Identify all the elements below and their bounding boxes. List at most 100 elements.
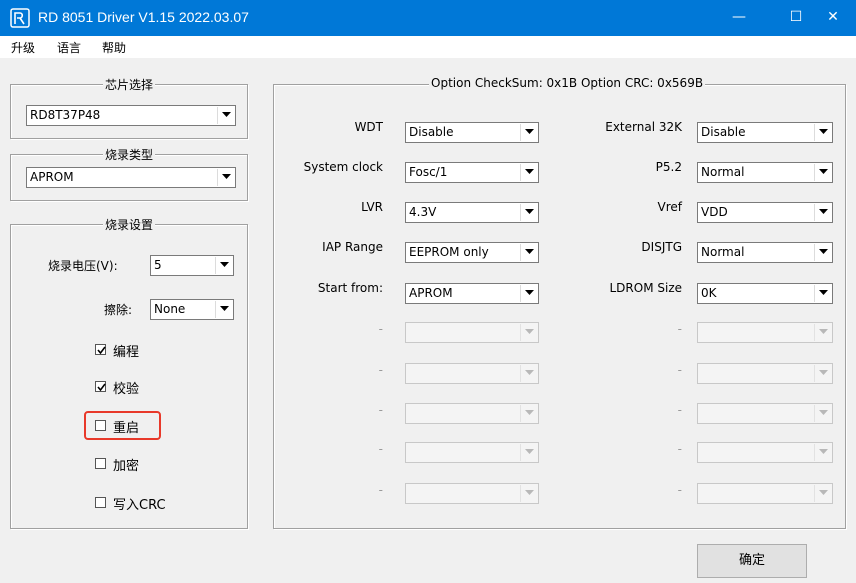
chip-select-dropdown[interactable]: RD8T37P48 [26,105,236,126]
option-left-label: IAP Range [322,240,383,254]
chevron-down-icon [814,285,831,302]
option-left-dropdown[interactable]: Fosc/1 [405,162,539,183]
burn-type-value: APROM [30,170,74,184]
write-crc-label: 写入CRC [113,498,166,513]
option-right-label: - [677,363,682,377]
menu-bar: 升级 语言 帮助 [0,36,856,58]
option-right-value: Disable [701,125,746,139]
option-right-value: Normal [701,245,745,259]
chevron-down-icon [520,485,537,502]
chevron-down-icon [814,164,831,181]
app-logo-icon [10,8,30,28]
menu-help[interactable]: 帮助 [102,39,126,56]
maximize-icon: ☐ [789,9,803,25]
option-right-label: P5.2 [655,160,682,174]
option-right-label: DISJTG [641,240,682,254]
option-right-dropdown [697,403,833,424]
option-right-value: 0K [701,286,717,300]
chevron-down-icon [520,365,537,382]
option-left-dropdown[interactable]: 4.3V [405,202,539,223]
option-right-dropdown[interactable]: 0K [697,283,833,304]
option-right-label: - [677,403,682,417]
chevron-down-icon [520,124,537,141]
option-right-label: Vref [657,200,683,214]
chevron-down-icon [520,405,537,422]
chevron-down-icon [814,485,831,502]
minimize-icon: — [732,9,746,25]
option-left-dropdown [405,403,539,424]
option-left-value: Disable [409,125,454,139]
option-left-label: - [378,483,383,497]
option-right-dropdown [697,363,833,384]
verify-checkbox[interactable]: 校验 [95,378,195,397]
option-right-label: - [677,322,682,336]
burn-type-legend: 烧录类型 [103,146,156,163]
menu-upgrade[interactable]: 升级 [11,39,35,56]
chevron-down-icon [814,444,831,461]
burn-settings-legend: 烧录设置 [103,216,156,233]
options-legend: Option CheckSum: 0x1B Option CRC: 0x569B [429,76,706,90]
option-right-dropdown [697,442,833,463]
chevron-down-icon [520,204,537,221]
close-icon: ✕ [827,9,839,25]
option-left-label: LVR [361,200,383,214]
verify-label: 校验 [113,382,140,397]
close-button[interactable]: ✕ [810,0,856,36]
voltage-dropdown[interactable]: 5 [150,255,234,276]
write-crc-checkbox[interactable]: 写入CRC [95,494,215,513]
checkbox-unchecked-icon [95,458,106,469]
erase-dropdown[interactable]: None [150,299,234,320]
encrypt-label: 加密 [113,459,140,474]
chevron-down-icon [520,444,537,461]
chevron-down-icon [215,257,232,274]
option-left-label: Start from: [317,281,383,295]
erase-label: 擦除: [104,303,133,317]
burn-type-dropdown[interactable]: APROM [26,167,236,188]
ok-button[interactable]: 确定 [697,544,807,578]
option-right-dropdown[interactable]: Normal [697,162,833,183]
chevron-down-icon [520,244,537,261]
voltage-label: 烧录电压(V): [48,259,118,273]
option-right-dropdown[interactable]: Disable [697,122,833,143]
checkbox-unchecked-icon [95,497,106,508]
option-left-value: APROM [409,286,453,300]
option-right-dropdown[interactable]: VDD [697,202,833,223]
program-checkbox[interactable]: 编程 [95,341,195,360]
chevron-down-icon [520,285,537,302]
chevron-down-icon [814,244,831,261]
chevron-down-icon [814,204,831,221]
minimize-button[interactable]: — [716,0,762,36]
option-right-dropdown[interactable]: Normal [697,242,833,263]
encrypt-checkbox[interactable]: 加密 [95,455,195,474]
menu-language[interactable]: 语言 [57,39,81,56]
chip-select-value: RD8T37P48 [30,108,101,122]
checkbox-checked-icon [95,344,106,355]
option-left-dropdown[interactable]: Disable [405,122,539,143]
option-right-value: VDD [701,205,728,219]
title-bar: RD 8051 Driver V1.15 2022.03.07 — ☐ ✕ [0,0,856,36]
erase-value: None [154,302,186,316]
chevron-down-icon [217,169,234,186]
option-left-dropdown [405,483,539,504]
option-right-label: - [677,442,682,456]
option-left-label: WDT [354,120,383,134]
option-left-value: EEPROM only [409,245,489,259]
option-left-label: - [378,442,383,456]
option-left-label: - [378,403,383,417]
option-left-value: Fosc/1 [409,165,448,179]
checkbox-checked-icon [95,381,106,392]
option-left-label: - [378,363,383,377]
program-label: 编程 [113,345,140,360]
option-left-dropdown [405,363,539,384]
option-right-label: - [677,483,682,497]
option-left-dropdown[interactable]: APROM [405,283,539,304]
option-right-dropdown [697,483,833,504]
window-title: RD 8051 Driver V1.15 2022.03.07 [38,9,249,25]
option-left-value: 4.3V [409,205,437,219]
option-left-label: System clock [303,160,383,174]
option-left-dropdown [405,322,539,343]
option-right-label: LDROM Size [609,281,682,295]
chevron-down-icon [814,405,831,422]
option-left-dropdown[interactable]: EEPROM only [405,242,539,263]
option-right-label: External 32K [605,120,682,134]
